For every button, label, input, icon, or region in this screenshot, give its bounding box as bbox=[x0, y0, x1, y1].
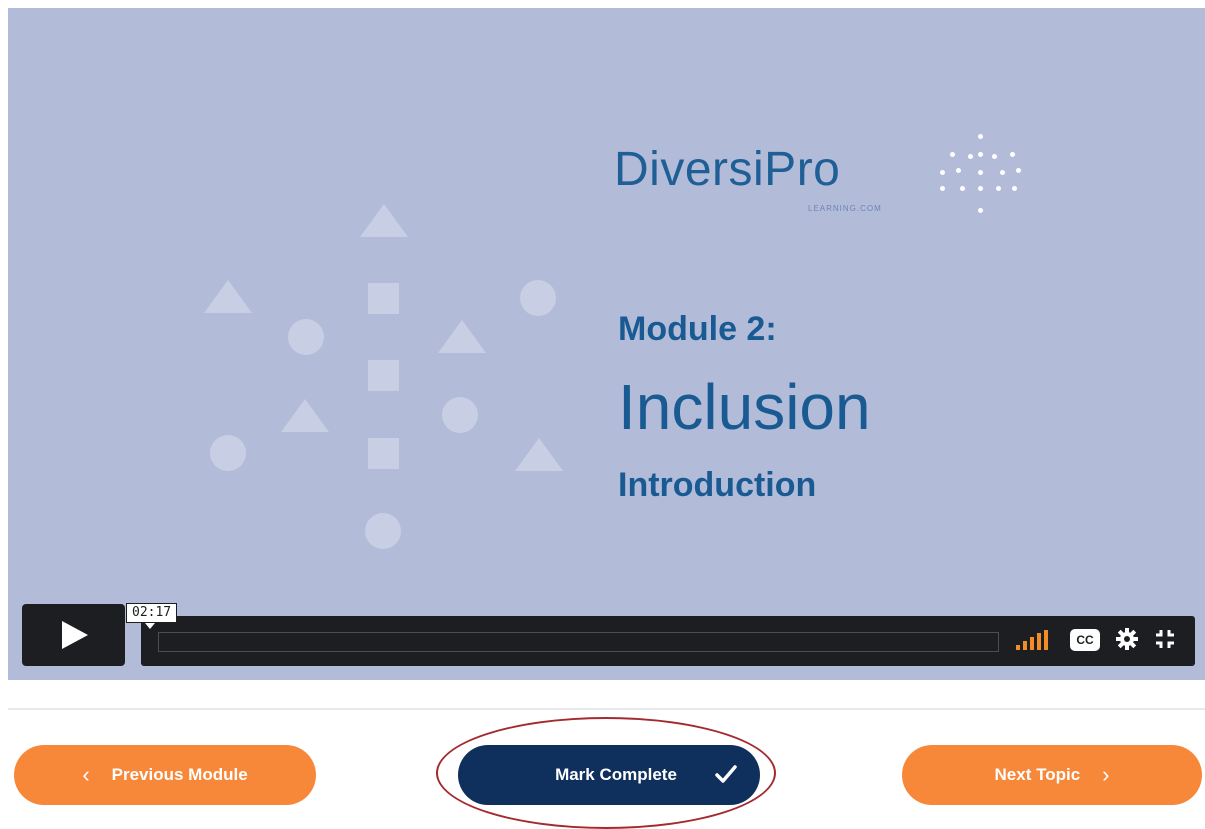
timecode-tooltip: 02:17 bbox=[126, 603, 178, 629]
triangle-shape bbox=[204, 280, 252, 313]
circle-shape bbox=[520, 280, 556, 316]
square-shape bbox=[368, 283, 399, 314]
module-label: Module 2: bbox=[618, 310, 777, 348]
video-player[interactable]: DiversiPro LEARNING.COM Module 2: Inclus… bbox=[8, 8, 1205, 680]
circle-shape bbox=[210, 435, 246, 471]
play-icon bbox=[62, 621, 88, 649]
next-topic-label: Next Topic bbox=[994, 765, 1081, 784]
checkmark-icon bbox=[715, 765, 737, 783]
next-topic-button[interactable]: Next Topic › bbox=[902, 745, 1202, 805]
circle-shape bbox=[365, 513, 401, 549]
triangle-shape bbox=[515, 438, 563, 471]
square-shape bbox=[368, 438, 399, 469]
gear-icon[interactable] bbox=[1114, 626, 1140, 652]
chevron-right-icon: › bbox=[1102, 762, 1110, 787]
previous-module-button[interactable]: ‹ Previous Module bbox=[14, 745, 316, 805]
triangle-shape bbox=[281, 399, 329, 432]
progress-bar[interactable] bbox=[158, 632, 999, 652]
volume-icon[interactable] bbox=[1016, 630, 1052, 650]
mark-complete-button[interactable]: Mark Complete bbox=[458, 745, 760, 805]
circle-shape bbox=[288, 319, 324, 355]
brand-logo-subtext: LEARNING.COM bbox=[808, 204, 882, 213]
chevron-left-icon: ‹ bbox=[82, 762, 90, 787]
triangle-shape bbox=[360, 204, 408, 237]
previous-module-label: Previous Module bbox=[111, 765, 248, 784]
circle-shape bbox=[442, 397, 478, 433]
closed-captions-button[interactable]: CC bbox=[1070, 629, 1100, 651]
module-title: Inclusion bbox=[618, 371, 871, 443]
divider bbox=[8, 708, 1205, 710]
triangle-shape bbox=[438, 320, 486, 353]
mark-complete-label: Mark Complete bbox=[555, 765, 677, 784]
brand-logo-text: DiversiPro bbox=[614, 143, 841, 196]
fullscreen-icon[interactable] bbox=[1154, 628, 1176, 650]
square-shape bbox=[368, 360, 399, 391]
module-subtitle: Introduction bbox=[618, 466, 817, 504]
brand-logo-mark bbox=[926, 134, 1021, 224]
play-button[interactable] bbox=[22, 604, 125, 666]
